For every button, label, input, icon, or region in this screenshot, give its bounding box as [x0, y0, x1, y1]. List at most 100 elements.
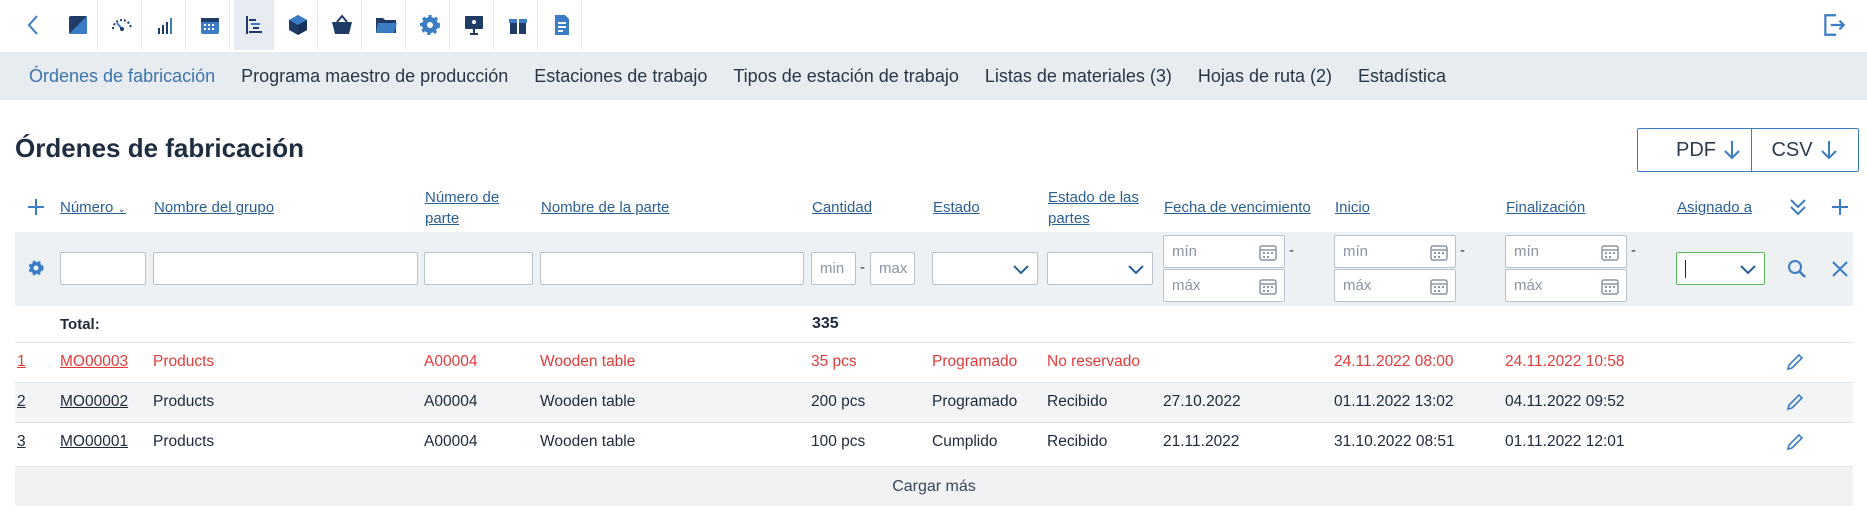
- inventory-box-icon[interactable]: [278, 0, 318, 50]
- calendar-icon[interactable]: [1430, 277, 1448, 295]
- header-numero-parte-line1: Número de: [425, 189, 500, 206]
- calendar-icon[interactable]: [190, 0, 230, 50]
- filter-estado-select[interactable]: [932, 252, 1038, 285]
- header-vencimiento[interactable]: Fecha de vencimiento: [1164, 197, 1311, 218]
- parts-status: Recibido: [1047, 433, 1108, 450]
- status: Programado: [932, 393, 1018, 410]
- edit-pencil-icon[interactable]: [1785, 392, 1805, 412]
- range-dash: -: [860, 259, 865, 276]
- calendar-icon[interactable]: [1601, 243, 1619, 261]
- header-asignado[interactable]: Asignado a: [1677, 197, 1752, 218]
- filter-inicio-max-input[interactable]: máx: [1334, 269, 1456, 302]
- filter-vencimiento-max-input[interactable]: máx: [1163, 269, 1285, 302]
- presentation-icon[interactable]: [454, 0, 494, 50]
- status: Cumplido: [932, 433, 998, 450]
- nav-hojas-ruta[interactable]: Hojas de ruta (2): [1198, 66, 1332, 87]
- row-index-link[interactable]: 3: [17, 433, 26, 451]
- placeholder-date-max: máx: [1514, 277, 1543, 294]
- filter-cantidad-min-input[interactable]: min: [811, 252, 856, 285]
- reports-chart-icon[interactable]: [146, 0, 186, 50]
- document-icon[interactable]: [542, 0, 582, 50]
- quantity: 100 pcs: [811, 433, 866, 450]
- production-gantt-icon[interactable]: [234, 0, 274, 50]
- header-numero-parte[interactable]: Número de parte: [425, 187, 499, 229]
- search-icon[interactable]: [1787, 259, 1807, 279]
- logout-icon[interactable]: [1819, 10, 1849, 40]
- header-estado-partes[interactable]: Estado de las partes: [1048, 187, 1139, 229]
- part-name: Wooden table: [540, 393, 636, 410]
- group-name: Products: [153, 353, 215, 370]
- header-cantidad[interactable]: Cantidad: [812, 197, 872, 218]
- nav-listas-materiales[interactable]: Listas de materiales (3): [985, 66, 1172, 87]
- placeholder-date-min: mín: [1514, 243, 1540, 260]
- filter-nombre-parte-input[interactable]: [540, 252, 804, 285]
- edit-pencil-icon[interactable]: [1785, 352, 1805, 372]
- nav-programa-maestro[interactable]: Programa maestro de producción: [241, 66, 508, 87]
- edit-pencil-icon[interactable]: [1785, 432, 1805, 452]
- nav-estaciones[interactable]: Estaciones de trabajo: [534, 66, 707, 87]
- download-arrow-icon: [1820, 141, 1837, 160]
- range-dash: -: [1460, 242, 1465, 259]
- filter-inicio-min-input[interactable]: mín: [1334, 235, 1456, 268]
- order-number-link[interactable]: MO00001: [60, 433, 128, 451]
- add-column-icon[interactable]: [1830, 197, 1850, 217]
- settings-gear-icon[interactable]: [410, 0, 450, 50]
- csv-label: CSV: [1771, 138, 1813, 161]
- filter-numero-input[interactable]: [60, 252, 146, 285]
- table-row: 2 MO00002 Products A00004 Wooden table 2…: [15, 382, 1853, 422]
- filter-cantidad-max-input[interactable]: max: [870, 252, 915, 285]
- header-numero[interactable]: Número ⌄: [60, 197, 126, 220]
- calendar-icon[interactable]: [1430, 243, 1448, 261]
- add-row-icon[interactable]: [26, 197, 46, 217]
- total-label: Total:: [60, 316, 100, 333]
- header-inicio[interactable]: Inicio: [1335, 197, 1370, 218]
- header-finalizacion[interactable]: Finalización: [1506, 197, 1585, 218]
- load-more-button[interactable]: Cargar más: [15, 466, 1853, 506]
- expand-double-chevron-icon[interactable]: [1788, 196, 1808, 218]
- purchasing-basket-icon[interactable]: [322, 0, 362, 50]
- column-settings-gear-icon[interactable]: [26, 258, 46, 278]
- order-number-link[interactable]: MO00003: [60, 353, 128, 371]
- part-number: A00004: [424, 353, 478, 370]
- group-name: Products: [153, 393, 215, 410]
- filter-numero-parte-input[interactable]: [424, 252, 533, 285]
- finish-date: 24.11.2022 10:58: [1505, 353, 1625, 370]
- filter-asignado-select[interactable]: [1676, 252, 1765, 285]
- group-name: Products: [153, 433, 215, 450]
- header-estado-partes-line2: partes: [1048, 210, 1090, 227]
- start-date: 01.11.2022 13:02: [1334, 393, 1454, 410]
- filter-vencimiento-min-input[interactable]: mín: [1163, 235, 1285, 268]
- header-estado[interactable]: Estado: [933, 197, 980, 218]
- filter-estado-partes-select[interactable]: [1047, 252, 1153, 285]
- back-icon[interactable]: [14, 0, 54, 50]
- chevron-down-icon: [1740, 265, 1756, 275]
- placeholder-date-min: mín: [1172, 243, 1198, 260]
- filter-grupo-input[interactable]: [153, 252, 418, 285]
- calendar-icon[interactable]: [1259, 243, 1277, 261]
- documents-folder-icon[interactable]: [366, 0, 406, 50]
- header-grupo[interactable]: Nombre del grupo: [154, 197, 274, 218]
- text-cursor: [1685, 259, 1686, 278]
- accounting-icon[interactable]: [58, 0, 98, 50]
- header-numero-label: Número: [60, 199, 114, 216]
- header-numero-parte-line2: parte: [425, 210, 460, 227]
- dashboard-gauge-icon[interactable]: [102, 0, 142, 50]
- total-value: 335: [812, 315, 839, 332]
- clear-filters-close-icon[interactable]: [1830, 259, 1850, 279]
- nav-estadistica[interactable]: Estadística: [1358, 66, 1446, 87]
- row-index-link[interactable]: 1: [17, 353, 26, 371]
- row-index-link[interactable]: 2: [17, 393, 26, 411]
- header-nombre-parte[interactable]: Nombre de la parte: [541, 197, 669, 218]
- calendar-icon[interactable]: [1601, 277, 1619, 295]
- gift-icon[interactable]: [498, 0, 538, 50]
- filter-finalizacion-max-input[interactable]: máx: [1505, 269, 1627, 302]
- nav-tipos-estacion[interactable]: Tipos de estación de trabajo: [733, 66, 958, 87]
- start-date: 31.10.2022 08:51: [1334, 433, 1455, 450]
- filter-finalizacion-min-input[interactable]: mín: [1505, 235, 1627, 268]
- calendar-icon[interactable]: [1259, 277, 1277, 295]
- csv-export-button[interactable]: CSV: [1751, 128, 1859, 172]
- page-title: Órdenes de fabricación: [15, 133, 304, 163]
- placeholder-date-max: máx: [1343, 277, 1372, 294]
- order-number-link[interactable]: MO00002: [60, 393, 128, 411]
- nav-ordenes[interactable]: Órdenes de fabricación: [29, 66, 215, 87]
